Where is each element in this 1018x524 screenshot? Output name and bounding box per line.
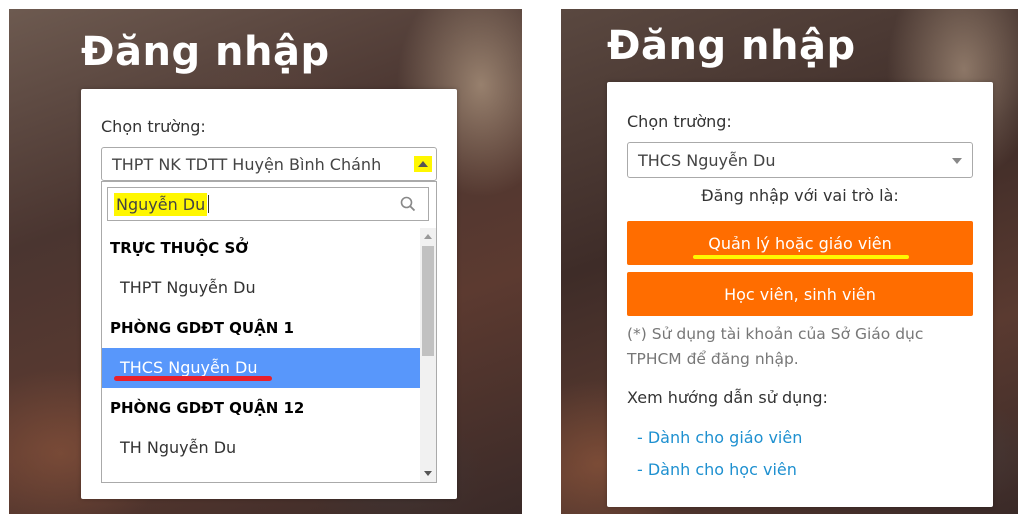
account-note: (*) Sử dụng tài khoản của Sở Giáo dục TP…	[627, 325, 924, 368]
dropdown-scrollbar[interactable]	[420, 228, 436, 482]
scroll-thumb[interactable]	[422, 246, 434, 356]
school-select[interactable]: THCS Nguyễn Du	[627, 142, 973, 178]
school-label: Chọn trường:	[101, 117, 206, 136]
option-group-header: PHÒNG GDĐT QUẬN 12	[110, 399, 305, 417]
school-options-list: TRỰC THUỘC SỞ THPT Nguyễn Du PHÒNG GDĐT …	[102, 228, 420, 482]
option-group-header: TRỰC THUỘC SỞ	[110, 239, 249, 257]
search-input-value: Nguyễn Du	[114, 192, 208, 216]
teacher-login-label: Quản lý hoặc giáo viên	[708, 233, 892, 253]
login-panel-dropdown-open: Đăng nhập Chọn trường: THPT NK TDTT Huyệ…	[9, 9, 522, 514]
scroll-up-icon[interactable]	[424, 234, 432, 239]
login-card: Chọn trường: THPT NK TDTT Huyện Bình Chá…	[81, 89, 457, 499]
student-login-button[interactable]: Học viên, sinh viên	[627, 272, 973, 316]
chevron-down-icon[interactable]	[952, 158, 962, 164]
option-item-label: THCS Nguyễn Du	[120, 358, 258, 377]
option-item[interactable]: TH Nguyễn Du	[102, 428, 420, 468]
teacher-login-button[interactable]: Quản lý hoặc giáo viên	[627, 221, 973, 265]
school-select-value: THCS Nguyễn Du	[638, 150, 776, 170]
search-icon	[400, 196, 416, 212]
option-item-selected[interactable]: THCS Nguyễn Du	[102, 348, 420, 388]
school-select[interactable]: THPT NK TDTT Huyện Bình Chánh	[101, 147, 437, 181]
scroll-down-icon[interactable]	[424, 471, 432, 476]
login-panel-role-select: Đăng nhập Chọn trường: THCS Nguyễn Du Đă…	[561, 9, 1018, 514]
text-caret	[208, 195, 210, 213]
role-label: Đăng nhập với vai trò là:	[701, 186, 899, 205]
red-highlight-underline	[114, 376, 272, 381]
guide-link-teacher[interactable]: - Dành cho giáo viên	[637, 428, 802, 447]
school-select-value: THPT NK TDTT Huyện Bình Chánh	[112, 154, 382, 174]
option-item[interactable]: THPT Nguyễn Du	[102, 268, 420, 308]
page-title: Đăng nhập	[607, 23, 856, 69]
option-group-header: PHÒNG GDĐT QUẬN 1	[110, 319, 294, 337]
school-dropdown: Nguyễn Du TRỰC THUỘC SỞ THPT Nguyễn Du P…	[101, 181, 437, 483]
login-card: Chọn trường: THCS Nguyễn Du Đăng nhập vớ…	[607, 82, 993, 507]
guide-label: Xem hướng dẫn sử dụng:	[627, 388, 828, 407]
guide-link-student[interactable]: - Dành cho học viên	[637, 460, 797, 479]
school-label: Chọn trường:	[627, 112, 732, 131]
yellow-highlight-underline	[693, 255, 909, 259]
school-search-input[interactable]: Nguyễn Du	[107, 187, 429, 221]
page-title: Đăng nhập	[81, 29, 330, 75]
chevron-up-icon[interactable]	[414, 156, 432, 172]
